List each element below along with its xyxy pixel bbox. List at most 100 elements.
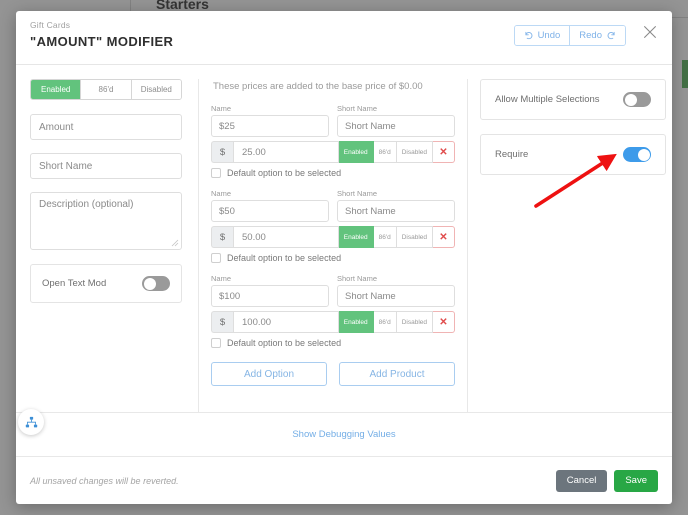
require-card: Require: [480, 134, 666, 175]
option-name-label: Name: [211, 104, 329, 113]
option-name-input[interactable]: $50: [211, 200, 329, 222]
default-option-checkbox[interactable]: [211, 253, 221, 263]
option-segment-86d[interactable]: 86'd: [374, 141, 397, 163]
delete-option-button[interactable]: ✕: [433, 311, 455, 333]
option-short-name-label: Short Name: [337, 189, 377, 198]
status-segment-enabled[interactable]: Enabled: [31, 80, 80, 99]
undo-redo-group: Undo Redo: [514, 25, 626, 46]
option-price-row: $ 100.00 Enabled 86'd Disabled ✕: [211, 311, 455, 333]
status-segment-disabled[interactable]: Disabled: [131, 80, 181, 99]
modifier-status-segmented-control: Enabled 86'd Disabled: [30, 79, 182, 100]
add-buttons-row: Add Option Add Product: [211, 362, 455, 386]
modifier-description-textarea[interactable]: Description (optional): [30, 192, 182, 250]
option-field-labels: Name Short Name: [211, 189, 455, 198]
option-segment-disabled[interactable]: Disabled: [397, 226, 433, 248]
option-block: Name Short Name $25 Short Name $ 25.00 E…: [211, 104, 455, 178]
cancel-button[interactable]: Cancel: [556, 470, 608, 492]
modifier-settings-panel: Allow Multiple Selections Require: [468, 79, 672, 412]
option-block: Name Short Name $50 Short Name $ 50.00 E…: [211, 189, 455, 263]
option-name-input[interactable]: $25: [211, 115, 329, 137]
undo-button[interactable]: Undo: [515, 26, 570, 45]
option-status-segmented-control: Enabled 86'd Disabled: [339, 141, 433, 163]
unsaved-changes-note: All unsaved changes will be reverted.: [30, 476, 179, 486]
option-price-row: $ 25.00 Enabled 86'd Disabled ✕: [211, 141, 455, 163]
add-option-button[interactable]: Add Option: [211, 362, 327, 386]
default-option-row: Default option to be selected: [211, 253, 455, 263]
redo-button[interactable]: Redo: [569, 26, 625, 45]
option-segment-disabled[interactable]: Disabled: [397, 311, 433, 333]
toggle-knob: [625, 94, 637, 106]
currency-prefix: $: [211, 226, 233, 248]
undo-label: Undo: [538, 30, 561, 41]
modifier-details-panel: Enabled 86'd Disabled Amount Short Name …: [16, 79, 198, 412]
default-option-checkbox[interactable]: [211, 338, 221, 348]
option-short-name-input[interactable]: Short Name: [337, 285, 455, 307]
option-price-input[interactable]: 50.00: [233, 226, 339, 248]
option-name-input[interactable]: $100: [211, 285, 329, 307]
redo-label: Redo: [579, 30, 602, 41]
option-segment-86d[interactable]: 86'd: [374, 311, 397, 333]
open-text-mod-label: Open Text Mod: [42, 277, 106, 290]
toggle-knob: [638, 149, 650, 161]
allow-multiple-selections-label: Allow Multiple Selections: [495, 94, 600, 105]
description-placeholder-text: Description (optional): [39, 199, 134, 210]
open-text-mod-card: Open Text Mod: [30, 264, 182, 303]
default-option-row: Default option to be selected: [211, 168, 455, 178]
default-option-label: Default option to be selected: [227, 253, 341, 263]
modifier-short-name-input[interactable]: Short Name: [30, 153, 182, 179]
default-option-label: Default option to be selected: [227, 338, 341, 348]
debug-link-row: Show Debugging Values: [16, 412, 672, 456]
option-short-name-input[interactable]: Short Name: [337, 200, 455, 222]
currency-prefix: $: [211, 311, 233, 333]
option-segment-enabled[interactable]: Enabled: [339, 141, 374, 163]
option-price-input[interactable]: 100.00: [233, 311, 339, 333]
option-field-labels: Name Short Name: [211, 104, 455, 113]
modal-footer: All unsaved changes will be reverted. Ca…: [16, 456, 672, 504]
option-price-row: $ 50.00 Enabled 86'd Disabled ✕: [211, 226, 455, 248]
default-option-checkbox[interactable]: [211, 168, 221, 178]
option-segment-disabled[interactable]: Disabled: [397, 141, 433, 163]
toggle-knob: [144, 278, 156, 290]
save-button[interactable]: Save: [614, 470, 658, 492]
require-label: Require: [495, 149, 528, 160]
default-option-label: Default option to be selected: [227, 168, 341, 178]
footer-buttons: Cancel Save: [556, 470, 658, 492]
close-icon[interactable]: [641, 23, 659, 41]
option-text-row: $25 Short Name: [211, 115, 455, 137]
option-price-input[interactable]: 25.00: [233, 141, 339, 163]
base-price-note: These prices are added to the base price…: [213, 81, 455, 92]
allow-multiple-selections-toggle[interactable]: [623, 92, 651, 107]
modifier-name-input[interactable]: Amount: [30, 114, 182, 140]
option-field-labels: Name Short Name: [211, 274, 455, 283]
status-segment-86d[interactable]: 86'd: [80, 80, 130, 99]
modal-header: Gift Cards "AMOUNT" MODIFIER Undo Redo: [16, 11, 672, 65]
redo-arrow-icon: [606, 31, 616, 41]
option-segment-86d[interactable]: 86'd: [374, 226, 397, 248]
org-chart-badge[interactable]: [18, 409, 44, 435]
org-chart-icon: [25, 416, 38, 429]
option-name-label: Name: [211, 274, 329, 283]
delete-option-button[interactable]: ✕: [433, 226, 455, 248]
currency-prefix: $: [211, 141, 233, 163]
option-text-row: $50 Short Name: [211, 200, 455, 222]
modifier-options-panel: These prices are added to the base price…: [198, 79, 468, 412]
option-segment-enabled[interactable]: Enabled: [339, 311, 374, 333]
option-name-label: Name: [211, 189, 329, 198]
option-segment-enabled[interactable]: Enabled: [339, 226, 374, 248]
open-text-mod-toggle[interactable]: [142, 276, 170, 291]
option-block: Name Short Name $100 Short Name $ 100.00…: [211, 274, 455, 348]
option-short-name-input[interactable]: Short Name: [337, 115, 455, 137]
option-short-name-label: Short Name: [337, 274, 377, 283]
modal-body: Enabled 86'd Disabled Amount Short Name …: [16, 65, 672, 412]
option-status-segmented-control: Enabled 86'd Disabled: [339, 311, 433, 333]
add-product-button[interactable]: Add Product: [339, 362, 455, 386]
default-option-row: Default option to be selected: [211, 338, 455, 348]
delete-option-button[interactable]: ✕: [433, 141, 455, 163]
option-short-name-label: Short Name: [337, 104, 377, 113]
allow-multiple-selections-card: Allow Multiple Selections: [480, 79, 666, 120]
undo-arrow-icon: [524, 31, 534, 41]
resize-handle-icon[interactable]: [171, 239, 179, 247]
option-text-row: $100 Short Name: [211, 285, 455, 307]
require-toggle[interactable]: [623, 147, 651, 162]
show-debugging-values-link[interactable]: Show Debugging Values: [292, 429, 395, 440]
